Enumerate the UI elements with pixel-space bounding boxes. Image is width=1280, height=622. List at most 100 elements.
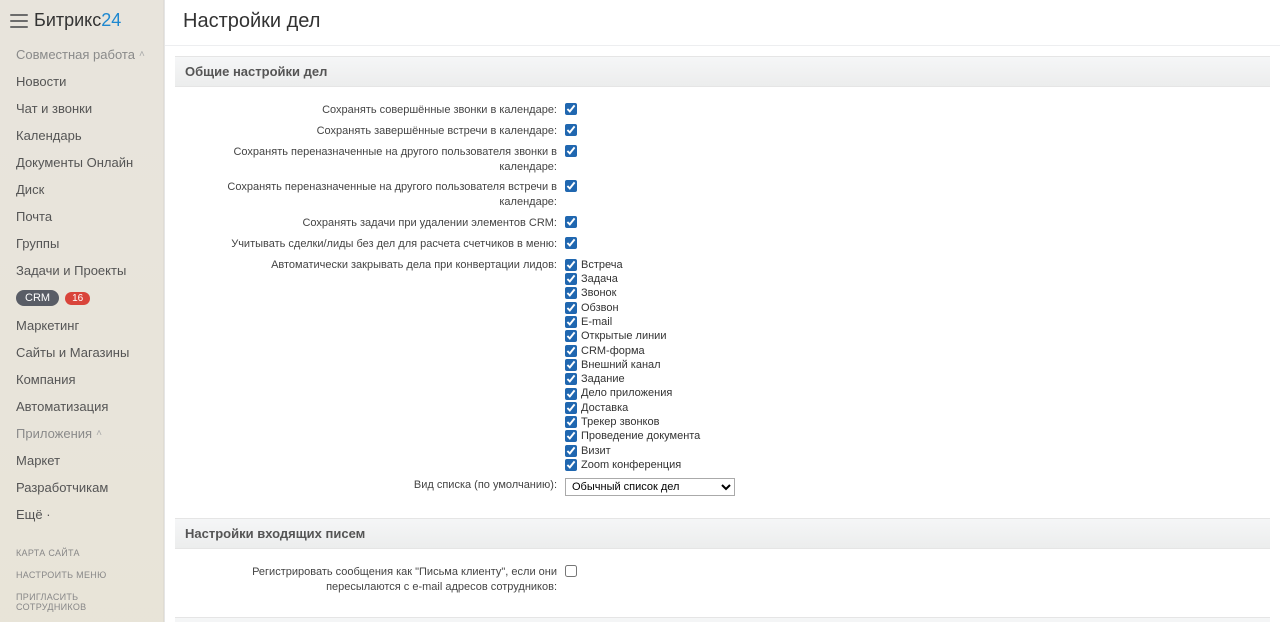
checkbox-save-calls[interactable] bbox=[565, 103, 577, 115]
checkbox-save-reassigned-meetings[interactable] bbox=[565, 180, 577, 192]
auto-close-item: Внешний канал bbox=[565, 358, 661, 372]
auto-close-checkbox-3[interactable] bbox=[565, 302, 577, 314]
sidebar-item-market[interactable]: Маркет bbox=[0, 447, 163, 474]
logo-accent: 24 bbox=[101, 10, 121, 30]
section-incoming-header: Настройки входящих писем bbox=[175, 518, 1270, 549]
sidebar-item-calendar[interactable]: Календарь bbox=[0, 122, 163, 149]
auto-close-item: Обзвон bbox=[565, 301, 619, 315]
auto-close-label: Zoom конференция bbox=[581, 458, 681, 472]
chevron-up-icon: ˄ bbox=[139, 49, 145, 60]
sidebar-item-tasks[interactable]: Задачи и Проекты bbox=[0, 257, 163, 284]
general-form: Сохранять совершённые звонки в календаре… bbox=[165, 87, 1280, 508]
auto-close-item: Задача bbox=[565, 272, 618, 286]
label-save-reassigned-meetings: Сохранять переназначенные на другого пол… bbox=[177, 180, 565, 210]
main-content: Настройки дел Общие настройки дел Сохран… bbox=[164, 0, 1280, 622]
sidebar-item-crm[interactable]: CRM 16 bbox=[0, 284, 163, 312]
label-save-tasks-on-delete: Сохранять задачи при удалении элементов … bbox=[177, 216, 565, 231]
checkbox-save-reassigned-calls[interactable] bbox=[565, 145, 577, 157]
checkbox-register-msgs[interactable] bbox=[565, 565, 577, 577]
auto-close-checkbox-10[interactable] bbox=[565, 402, 577, 414]
auto-close-item: Открытые линии bbox=[565, 329, 666, 343]
nav-section-collab-label: Совместная работа bbox=[16, 47, 135, 62]
sidebar-item-disk[interactable]: Диск bbox=[0, 176, 163, 203]
nav-section-apps[interactable]: Приложения ˄ bbox=[0, 420, 163, 447]
sidebar-item-groups[interactable]: Группы bbox=[0, 230, 163, 257]
auto-close-checkbox-2[interactable] bbox=[565, 287, 577, 299]
auto-close-label: E-mail bbox=[581, 315, 612, 329]
auto-close-item: Проведение документа bbox=[565, 429, 700, 443]
auto-close-label: CRM-форма bbox=[581, 344, 645, 358]
sidebar-item-news[interactable]: Новости bbox=[0, 68, 163, 95]
nav-section-collab[interactable]: Совместная работа ˄ bbox=[0, 41, 163, 68]
checkbox-save-meetings[interactable] bbox=[565, 124, 577, 136]
auto-close-checkbox-12[interactable] bbox=[565, 430, 577, 442]
auto-close-checkbox-0[interactable] bbox=[565, 259, 577, 271]
link-invite-users[interactable]: ПРИГЛАСИТЬ СОТРУДНИКОВ bbox=[0, 586, 163, 618]
select-list-view[interactable]: Обычный список дел bbox=[565, 478, 735, 496]
chevron-up-icon: ˄ bbox=[96, 428, 102, 439]
auto-close-label: Задача bbox=[581, 272, 618, 286]
auto-close-checkbox-6[interactable] bbox=[565, 345, 577, 357]
auto-close-checkbox-9[interactable] bbox=[565, 388, 577, 400]
sidebar-item-more[interactable]: Ещё · bbox=[0, 501, 163, 528]
auto-close-item: E-mail bbox=[565, 315, 612, 329]
auto-close-item: Звонок bbox=[565, 286, 617, 300]
auto-close-list: ВстречаЗадачаЗвонокОбзвонE-mailОткрытые … bbox=[565, 258, 1268, 472]
auto-close-label: Встреча bbox=[581, 258, 623, 272]
crm-badge: 16 bbox=[65, 292, 90, 305]
logo-brand: Битрикс bbox=[34, 10, 101, 30]
logo: Битрикс24 bbox=[34, 10, 121, 31]
auto-close-label: Внешний канал bbox=[581, 358, 661, 372]
label-save-meetings: Сохранять завершённые встречи в календар… bbox=[177, 124, 565, 139]
auto-close-checkbox-7[interactable] bbox=[565, 359, 577, 371]
sidebar-item-docs[interactable]: Документы Онлайн bbox=[0, 149, 163, 176]
label-list-view: Вид списка (по умолчанию): bbox=[177, 478, 565, 493]
auto-close-label: Доставка bbox=[581, 401, 628, 415]
auto-close-checkbox-4[interactable] bbox=[565, 316, 577, 328]
auto-close-label: Трекер звонков bbox=[581, 415, 659, 429]
label-auto-close: Автоматически закрывать дела при конверт… bbox=[177, 258, 565, 273]
auto-close-checkbox-5[interactable] bbox=[565, 330, 577, 342]
auto-close-item: Визит bbox=[565, 444, 611, 458]
page-title: Настройки дел bbox=[165, 0, 1280, 46]
auto-close-checkbox-11[interactable] bbox=[565, 416, 577, 428]
auto-close-checkbox-8[interactable] bbox=[565, 373, 577, 385]
section-outgoing-header: Настройки исходящих писем bbox=[175, 617, 1270, 622]
sidebar-item-devs[interactable]: Разработчикам bbox=[0, 474, 163, 501]
auto-close-item: CRM-форма bbox=[565, 344, 645, 358]
auto-close-label: Задание bbox=[581, 372, 625, 386]
auto-close-item: Трекер звонков bbox=[565, 415, 659, 429]
sidebar-item-mail[interactable]: Почта bbox=[0, 203, 163, 230]
auto-close-label: Звонок bbox=[581, 286, 617, 300]
checkbox-save-tasks-on-delete[interactable] bbox=[565, 216, 577, 228]
auto-close-label: Визит bbox=[581, 444, 611, 458]
auto-close-item: Задание bbox=[565, 372, 625, 386]
logo-row: Битрикс24 bbox=[0, 4, 163, 41]
incoming-form: Регистрировать сообщения как "Письма кли… bbox=[165, 549, 1280, 607]
auto-close-checkbox-14[interactable] bbox=[565, 459, 577, 471]
sidebar-item-company[interactable]: Компания bbox=[0, 366, 163, 393]
auto-close-checkbox-1[interactable] bbox=[565, 273, 577, 285]
auto-close-label: Открытые линии bbox=[581, 329, 666, 343]
hamburger-icon[interactable] bbox=[10, 14, 28, 28]
checkbox-count-deals-leads[interactable] bbox=[565, 237, 577, 249]
auto-close-checkbox-13[interactable] bbox=[565, 445, 577, 457]
crm-pill: CRM bbox=[16, 290, 59, 306]
sidebar-item-marketing[interactable]: Маркетинг bbox=[0, 312, 163, 339]
label-save-reassigned-calls: Сохранять переназначенные на другого пол… bbox=[177, 145, 565, 175]
auto-close-item: Доставка bbox=[565, 401, 628, 415]
section-general-header: Общие настройки дел bbox=[175, 56, 1270, 87]
link-site-map[interactable]: КАРТА САЙТА bbox=[0, 542, 163, 564]
nav-section-apps-label: Приложения bbox=[16, 426, 92, 441]
sidebar-item-sites[interactable]: Сайты и Магазины bbox=[0, 339, 163, 366]
sidebar: Битрикс24 Совместная работа ˄ Новости Чат… bbox=[0, 0, 164, 622]
label-save-calls: Сохранять совершённые звонки в календаре… bbox=[177, 103, 565, 118]
auto-close-label: Дело приложения bbox=[581, 386, 672, 400]
auto-close-label: Проведение документа bbox=[581, 429, 700, 443]
sidebar-item-automation[interactable]: Автоматизация bbox=[0, 393, 163, 420]
link-configure-menu[interactable]: НАСТРОИТЬ МЕНЮ bbox=[0, 564, 163, 586]
auto-close-item: Дело приложения bbox=[565, 386, 672, 400]
auto-close-label: Обзвон bbox=[581, 301, 619, 315]
label-count-deals-leads: Учитывать сделки/лиды без дел для расчет… bbox=[177, 237, 565, 252]
sidebar-item-chat[interactable]: Чат и звонки bbox=[0, 95, 163, 122]
